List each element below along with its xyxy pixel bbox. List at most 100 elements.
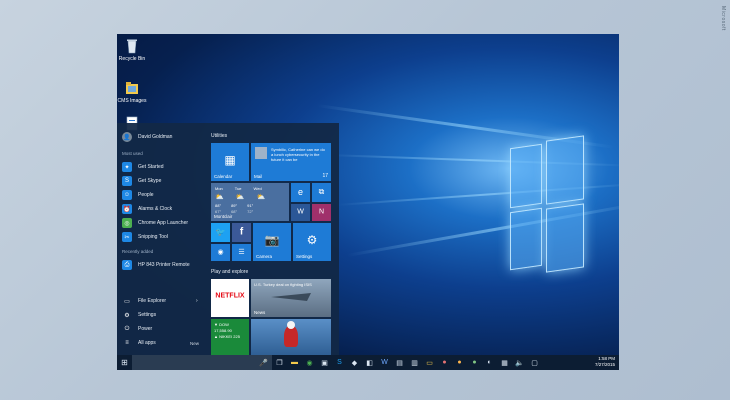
app-icon: ▭ <box>426 359 433 367</box>
taskbar-app-6[interactable]: ▭ <box>422 355 437 370</box>
user-account[interactable]: 👤 David Goldman <box>122 131 172 143</box>
avatar: 👤 <box>122 132 132 142</box>
taskbar-app-10[interactable]: ◐ <box>482 355 497 370</box>
gear-icon: ⚙ <box>124 312 130 319</box>
menu-item-label: All apps <box>138 340 156 346</box>
tile-netflix[interactable]: NETFLIX <box>211 279 249 317</box>
tile-mail[interactable]: Symbilic, Catherine can we do a lunch cy… <box>251 143 331 181</box>
tile-weather[interactable]: Mon Tue Wed ⛅ ⛅ ⛅ 88° 89° 91° 67° 68° 72… <box>211 183 289 221</box>
task-view-button[interactable]: ❐ <box>272 355 287 370</box>
start-menu: 👤 David Goldman Most used ✦ Get Started … <box>117 123 339 355</box>
tile-xbox-game[interactable] <box>251 319 331 355</box>
folder-icon <box>126 82 138 94</box>
chrome-icon: ◉ <box>306 359 313 367</box>
app-icon: ☰ <box>238 248 245 256</box>
section-label-recently-added: Recently added <box>122 249 154 254</box>
cortana-search-box[interactable]: 🎤 <box>132 355 272 370</box>
taskbar-app-5[interactable]: ▥ <box>407 355 422 370</box>
tile-news[interactable]: U.S. Turkey deal on fighting ISIS News <box>251 279 331 317</box>
tile-edge[interactable]: e <box>291 183 310 202</box>
menu-item-get-skype[interactable]: S Get Skype <box>122 175 161 187</box>
menu-item-label: Snipping Tool <box>138 234 168 240</box>
taskbar-file-explorer[interactable]: ▬ <box>287 355 302 370</box>
taskbar-app-1[interactable]: ▣ <box>317 355 332 370</box>
notification-area-icon[interactable]: 🔈 <box>512 355 527 370</box>
weather-day: Tue <box>234 186 242 191</box>
start-menu-left-column: 👤 David Goldman Most used ✦ Get Started … <box>117 123 207 355</box>
taskbar-app-11[interactable]: ▦ <box>497 355 512 370</box>
menu-item-file-explorer[interactable]: ▭ File Explorer › <box>122 295 198 307</box>
tile-word[interactable]: W <box>291 204 310 221</box>
tile-settings[interactable]: ⚙ Settings <box>293 223 331 261</box>
alarm-icon: ⏰ <box>122 204 132 214</box>
tile-twitter[interactable]: 🐦 <box>211 223 230 242</box>
clock-date: 7/27/2015 <box>594 362 615 367</box>
taskbar-app-8[interactable]: ● <box>452 355 467 370</box>
tile-label: Settings <box>296 254 313 259</box>
section-label-most-used: Most used <box>122 151 143 156</box>
menu-item-settings[interactable]: ⚙ Settings <box>122 309 156 321</box>
menu-item-alarms-clock[interactable]: ⏰ Alarms & Clock <box>122 203 172 215</box>
menu-item-snipping-tool[interactable]: ✂ Snipping Tool <box>122 231 168 243</box>
menu-item-power[interactable]: ⏻ Power <box>122 323 153 335</box>
tile-facebook[interactable]: f <box>232 223 251 242</box>
tile-app-small-1[interactable]: ◉ <box>211 244 230 261</box>
partly-cloudy-icon: ⛅ <box>256 194 266 201</box>
taskbar-app-3[interactable]: ◧ <box>362 355 377 370</box>
taskbar-skype[interactable]: S <box>332 355 347 370</box>
weather-temps: 88° 89° 91° <box>215 203 253 208</box>
store-icon: ⧉ <box>318 186 325 196</box>
news-headline: U.S. Turkey deal on fighting ISIS <box>254 282 312 287</box>
taskbar-app-4[interactable]: ▤ <box>392 355 407 370</box>
skype-icon: S <box>122 176 132 186</box>
desktop-screen: Recycle Bin CMS Images 👤 David Goldman M… <box>117 34 619 370</box>
taskbar-clock[interactable]: 1:58 PM 7/27/2015 <box>595 356 615 368</box>
taskbar: ⊞ 🎤 ❐ ▬ ◉ ▣ S ◆ ◧ W ▤ ▥ ▭ ● ● ● ◐ ▦ 🔈 ▢ … <box>117 355 619 370</box>
desktop-icon-recycle-bin[interactable]: Recycle Bin <box>117 38 147 62</box>
start-button[interactable]: ⊞ <box>117 355 132 370</box>
folder-icon: ▭ <box>124 298 130 305</box>
tile-calendar[interactable]: ▦ Calendar <box>211 143 249 181</box>
menu-item-all-apps[interactable]: ≡ All apps New <box>122 337 207 349</box>
mail-preview-text: Symbilic, Catherine can we do a lunch cy… <box>271 147 325 162</box>
tile-money[interactable]: ▼ DOW 17,558.90 ▲ NIKKEI 225 <box>211 319 249 355</box>
tile-onenote[interactable]: N <box>312 204 331 221</box>
windows-logo <box>510 135 584 273</box>
tile-camera[interactable]: 📷 Camera <box>253 223 291 261</box>
menu-item-people[interactable]: ☺ People <box>122 189 154 201</box>
lightbulb-icon: ✦ <box>122 162 132 172</box>
money-ticker: ▼ DOW 17,558.90 ▲ NIKKEI 225 <box>214 322 240 340</box>
action-center-button[interactable]: ▢ <box>527 355 542 370</box>
tile-store[interactable]: ⧉ <box>312 183 331 202</box>
weather-temp: 91° <box>247 203 254 208</box>
taskbar-app-2[interactable]: ◆ <box>347 355 362 370</box>
app-icon: ▥ <box>411 359 418 367</box>
tile-label: Mail <box>254 174 263 179</box>
tile-app-small-2[interactable]: ☰ <box>232 244 251 261</box>
character-head <box>287 321 295 329</box>
menu-item-hp-printer-remote[interactable]: ⎙ HP 843 Printer Remote <box>122 259 190 271</box>
weather-days: Mon Tue Wed <box>215 186 262 191</box>
skype-icon: S <box>337 359 342 366</box>
menu-item-label: Get Started <box>138 164 164 170</box>
menu-item-get-started[interactable]: ✦ Get Started <box>122 161 164 173</box>
taskbar-app-7[interactable]: ● <box>437 355 452 370</box>
onenote-icon: N <box>318 208 325 216</box>
people-icon: ☺ <box>122 190 132 200</box>
app-icon: ◉ <box>217 248 224 256</box>
menu-item-chrome-app-launcher[interactable]: ◎ Chrome App Launcher <box>122 217 188 229</box>
weather-day: Mon <box>215 186 223 191</box>
microphone-icon: 🎤 <box>259 359 268 367</box>
airplane-image <box>271 293 311 301</box>
app-icon: ▣ <box>321 359 328 367</box>
windows-logo-icon: ⊞ <box>121 358 128 367</box>
taskbar-chrome[interactable]: ◉ <box>302 355 317 370</box>
taskbar-app-9[interactable]: ● <box>467 355 482 370</box>
partly-cloudy-icon: ⛅ <box>215 194 224 201</box>
app-icon: ◐ <box>487 359 492 366</box>
taskbar-word[interactable]: W <box>377 355 392 370</box>
ticker-line: ▲ NIKKEI 225 <box>214 334 240 339</box>
desktop-icon-cms-images[interactable]: CMS Images <box>117 80 147 104</box>
facebook-icon: f <box>239 226 244 238</box>
word-icon: W <box>297 208 304 216</box>
